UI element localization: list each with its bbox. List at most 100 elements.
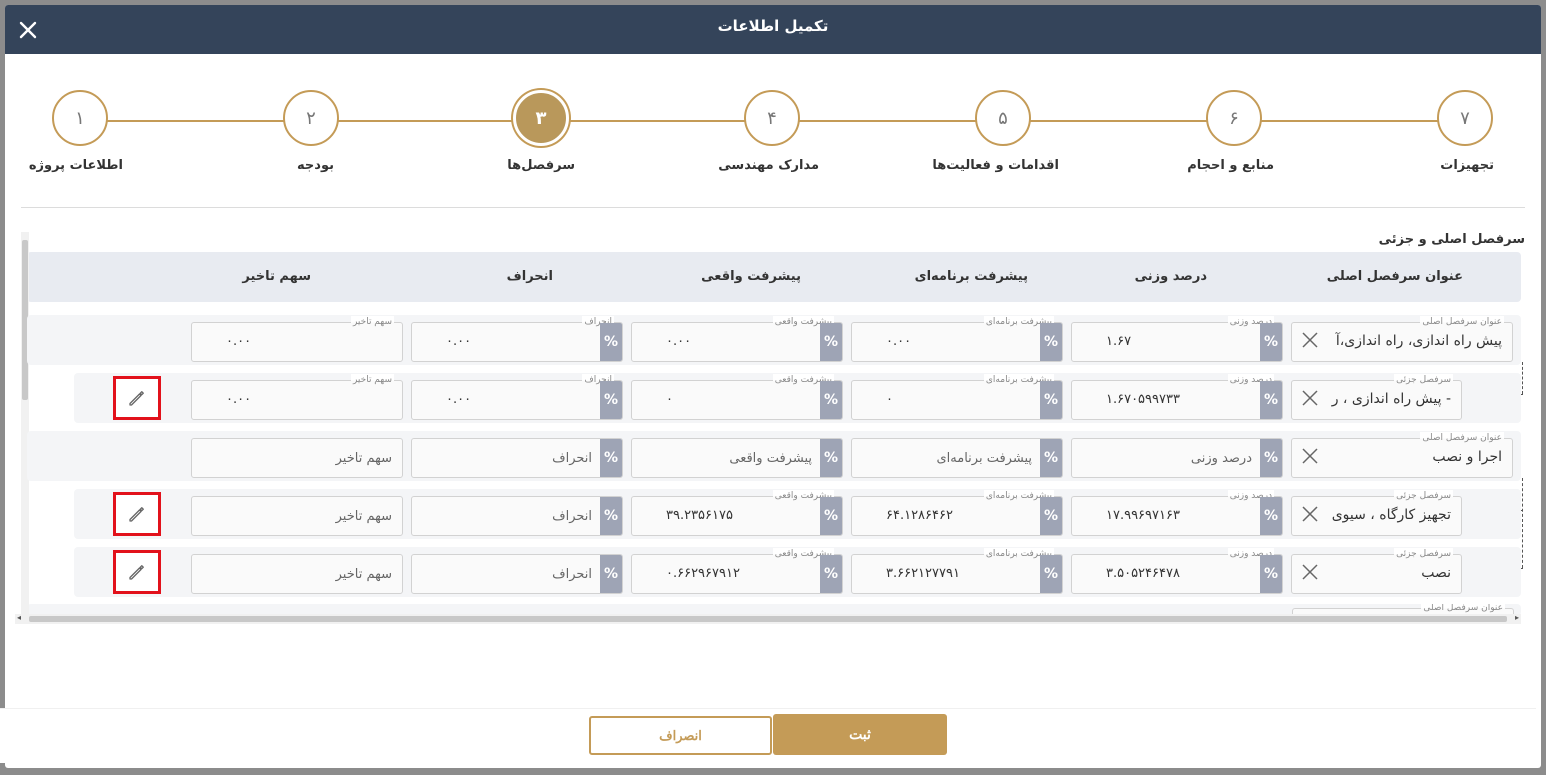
deviation-field[interactable]: % انحراف xyxy=(411,496,623,536)
weight-field[interactable]: درصد وزنی% ۳.۵۰۵۲۴۶۴۷۸ xyxy=(1071,548,1283,594)
delay-value: ۰.۰۰ xyxy=(226,334,252,349)
main-title-field[interactable]: عنوان سرفصل اصلی اجرا و نصب xyxy=(1291,432,1513,478)
scroll-thumb[interactable] xyxy=(29,616,1507,622)
horizontal-scrollbar[interactable]: ◂ ▸ xyxy=(15,613,1521,624)
weight-value: ۳.۵۰۵۲۴۶۴۷۸ xyxy=(1106,566,1180,581)
title-value: تجهیز کارگاه ، سیوی xyxy=(1331,507,1451,523)
submit-button[interactable]: ثبت xyxy=(773,714,947,755)
field-label: عنوان سرفصل اصلی xyxy=(1420,432,1504,444)
title-value: اجرا و نصب xyxy=(1432,449,1502,465)
percent-badge: % xyxy=(820,381,842,419)
deviation-placeholder: انحراف xyxy=(552,567,592,582)
edit-button[interactable] xyxy=(113,492,161,536)
title-value: پیش راه اندازی، راه اندازی،آ xyxy=(1335,333,1502,349)
step-label: اقدامات و فعالیت‌ها xyxy=(932,158,1059,173)
percent-badge: % xyxy=(820,555,842,593)
step-circle[interactable]: ۱ xyxy=(52,90,108,146)
deviation-field[interactable]: % انحراف xyxy=(411,438,623,478)
col-actual: پیشرفت واقعی xyxy=(701,269,801,284)
delay-field[interactable]: سهم تاخیر xyxy=(191,554,403,594)
step-circle[interactable]: ۳ xyxy=(513,90,569,146)
scroll-left-icon[interactable]: ◂ xyxy=(17,613,21,622)
field-label: سرفصل جزئی xyxy=(1394,490,1453,502)
actual-field[interactable]: % پیشرفت واقعی xyxy=(631,438,843,478)
step-label: سرفصل‌ها xyxy=(507,158,575,173)
weight-field[interactable]: درصد وزنی% ۱.۶۷۰۵۹۹۷۳۳ xyxy=(1071,374,1283,420)
step-1[interactable]: ۱ xyxy=(52,90,108,146)
planned-field[interactable]: پیشرفت برنامه‌ای% ۳.۶۶۲۱۲۷۷۹۱ xyxy=(851,548,1063,594)
percent-badge: % xyxy=(1040,497,1062,535)
close-icon[interactable] xyxy=(1300,562,1320,582)
planned-field[interactable]: پیشرفت برنامه‌ای% ۶۴.۱۲۸۶۴۶۲ xyxy=(851,490,1063,536)
deviation-field[interactable]: % انحراف xyxy=(411,554,623,594)
step-label: اطلاعات پروژه xyxy=(28,158,123,173)
field-label: عنوان سرفصل اصلی xyxy=(1420,316,1504,328)
actual-value: ۰.۶۶۲۹۶۷۹۱۲ xyxy=(666,566,740,581)
edit-button[interactable] xyxy=(113,376,161,420)
actual-value: ۰.۰۰ xyxy=(666,334,692,349)
percent-badge: % xyxy=(1260,497,1282,535)
actual-field[interactable]: پیشرفت واقعی% ۰.۶۶۲۹۶۷۹۱۲ xyxy=(631,548,843,594)
delay-field[interactable]: سهم تاخیر ۰.۰۰ xyxy=(191,374,403,420)
delay-field[interactable]: سهم تاخیر xyxy=(191,496,403,536)
step-label: بودجه xyxy=(297,158,334,173)
planned-value: ۳.۶۶۲۱۲۷۷۹۱ xyxy=(886,566,960,581)
scroll-right-icon[interactable]: ▸ xyxy=(1515,613,1519,622)
col-weight: درصد وزنی xyxy=(1134,269,1207,284)
modal-title: تکمیل اطلاعات xyxy=(717,17,829,35)
vertical-scrollbar[interactable] xyxy=(21,232,29,614)
delay-field[interactable]: سهم تاخیر xyxy=(191,438,403,478)
percent-badge: % xyxy=(600,497,622,535)
step-circle[interactable]: ۷ xyxy=(1437,90,1493,146)
delay-field[interactable]: سهم تاخیر ۰.۰۰ xyxy=(191,316,403,362)
close-icon[interactable] xyxy=(1300,388,1320,408)
main-title-field[interactable]: عنوان سرفصل اصلی پیش راه اندازی، راه اندا… xyxy=(1291,316,1513,362)
step-7[interactable]: ۷ xyxy=(1437,90,1493,146)
step-circle[interactable]: ۴ xyxy=(744,90,800,146)
field-label: سرفصل جزئی xyxy=(1394,374,1453,386)
field-label: سهم تاخیر xyxy=(350,316,394,328)
weight-field[interactable]: % درصد وزنی xyxy=(1071,438,1283,478)
sub-title-field[interactable]: سرفصل جزئی - پیش راه اندازی ، ر xyxy=(1291,374,1462,420)
close-icon[interactable] xyxy=(1300,330,1320,350)
step-4[interactable]: ۴ xyxy=(744,90,800,146)
step-6[interactable]: ۶ xyxy=(1206,90,1262,146)
step-circle[interactable]: ۶ xyxy=(1206,90,1262,146)
deviation-field[interactable]: انحراف% ۰.۰۰ xyxy=(411,374,623,420)
close-icon[interactable] xyxy=(15,17,41,43)
step-circle[interactable]: ۲ xyxy=(283,90,339,146)
actual-field[interactable]: پیشرفت واقعی% ۳۹.۲۳۵۶۱۷۵ xyxy=(631,490,843,536)
sub-title-field[interactable]: سرفصل جزئی تجهیز کارگاه ، سیوی xyxy=(1291,490,1462,536)
sub-title-field[interactable]: سرفصل جزئی نصب xyxy=(1291,548,1462,594)
percent-badge: % xyxy=(600,323,622,361)
step-5[interactable]: ۵ xyxy=(975,90,1031,146)
percent-badge: % xyxy=(1260,323,1282,361)
actual-field[interactable]: پیشرفت واقعی% ۰.۰۰ xyxy=(631,316,843,362)
cancel-button[interactable]: انصراف xyxy=(589,716,772,755)
deviation-placeholder: انحراف xyxy=(552,509,592,524)
actual-field[interactable]: پیشرفت واقعی% ۰ xyxy=(631,374,843,420)
close-icon[interactable] xyxy=(1300,446,1320,466)
planned-field[interactable]: پیشرفت برنامه‌ای% ۰.۰۰ xyxy=(851,316,1063,362)
planned-field[interactable]: % پیشرفت برنامه‌ای xyxy=(851,438,1063,478)
edit-button[interactable] xyxy=(113,550,161,594)
divider xyxy=(21,207,1525,208)
close-icon[interactable] xyxy=(1300,504,1320,524)
percent-badge: % xyxy=(820,323,842,361)
percent-badge: % xyxy=(600,381,622,419)
deviation-field[interactable]: انحراف% ۰.۰۰ xyxy=(411,316,623,362)
delay-placeholder: سهم تاخیر xyxy=(335,509,392,524)
col-title: عنوان سرفصل اصلی xyxy=(1326,269,1463,284)
percent-badge: % xyxy=(1040,439,1062,477)
planned-value: ۶۴.۱۲۸۶۴۶۲ xyxy=(886,508,953,523)
col-planned: پیشرفت برنامه‌ای xyxy=(914,269,1028,284)
planned-value: ۰ xyxy=(886,392,893,407)
weight-field[interactable]: درصد وزنی% ۱۷.۹۹۶۹۷۱۶۳ xyxy=(1071,490,1283,536)
weight-field[interactable]: درصد وزنی% ۱.۶۷ xyxy=(1071,316,1283,362)
step-2[interactable]: ۲ xyxy=(283,90,339,146)
percent-badge: % xyxy=(1260,381,1282,419)
step-3[interactable]: ۳ xyxy=(513,90,569,146)
planned-field[interactable]: پیشرفت برنامه‌ای% ۰ xyxy=(851,374,1063,420)
step-circle[interactable]: ۵ xyxy=(975,90,1031,146)
percent-badge: % xyxy=(1040,555,1062,593)
